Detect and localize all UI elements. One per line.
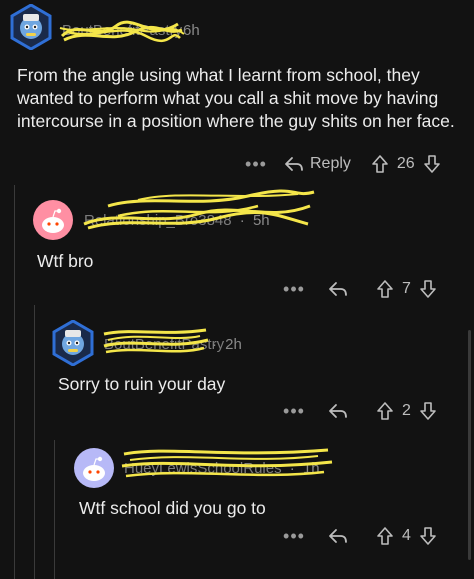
thread-line-level-2 xyxy=(34,305,35,579)
username[interactable]: Relationship_Bro3848 xyxy=(84,212,232,229)
timestamp: 5h xyxy=(252,212,270,229)
downvote-icon xyxy=(420,527,436,545)
avatar[interactable] xyxy=(33,200,73,240)
comment-actions: ••• 4 xyxy=(282,524,437,548)
reply-icon xyxy=(329,282,347,296)
thread-line-level-3 xyxy=(54,440,55,579)
upvote-icon xyxy=(372,155,388,173)
timestamp: 1h xyxy=(302,460,320,477)
upvote-button[interactable] xyxy=(376,526,394,546)
comment-meta: BoutBenefitPastry xyxy=(104,336,224,353)
thread-line-level-1 xyxy=(14,185,15,579)
vote-count: 7 xyxy=(402,280,411,297)
comment-body: Wtf school did you go to xyxy=(79,498,266,518)
downvote-icon xyxy=(420,280,436,298)
username[interactable]: BoutBenefitPastry xyxy=(62,22,182,39)
reply-icon xyxy=(285,157,303,171)
username[interactable]: HueyLewisSchoolRules xyxy=(124,460,282,477)
upvote-icon xyxy=(377,402,393,420)
upvote-button[interactable] xyxy=(376,279,394,299)
avatar[interactable] xyxy=(74,448,114,488)
more-options-button[interactable]: ••• xyxy=(282,401,306,422)
reply-icon xyxy=(329,529,347,543)
vote-count: 26 xyxy=(396,155,415,172)
upvote-icon xyxy=(377,280,393,298)
vote-count: 2 xyxy=(402,402,411,419)
reply-button[interactable] xyxy=(328,527,348,545)
reply-button[interactable]: Reply xyxy=(284,155,351,173)
reply-icon xyxy=(329,404,347,418)
more-options-button[interactable]: ••• xyxy=(282,279,306,300)
downvote-icon xyxy=(423,155,440,173)
downvote-button[interactable] xyxy=(419,279,437,299)
comment-actions: ••• 2 xyxy=(282,399,437,423)
comment-meta: BoutBenefitPastry xyxy=(62,22,182,39)
comment-meta: Relationship_Bro3848 · 5h xyxy=(84,212,270,229)
reply-button[interactable] xyxy=(328,402,348,420)
downvote-icon xyxy=(420,402,436,420)
reply-label: Reply xyxy=(310,155,351,172)
timestamp: 6h xyxy=(183,22,200,39)
more-options-button[interactable]: ••• xyxy=(244,154,268,175)
comment-body: Wtf bro xyxy=(37,251,94,271)
avatar[interactable] xyxy=(10,3,52,51)
upvote-button[interactable] xyxy=(376,401,394,421)
downvote-button[interactable] xyxy=(419,401,437,421)
timestamp-group: · 2h xyxy=(212,336,242,353)
downvote-button[interactable] xyxy=(419,526,437,546)
comment-body: Sorry to ruin your day xyxy=(58,374,226,394)
comment-body: From the angle using what I learnt from … xyxy=(17,65,455,131)
upvote-button[interactable] xyxy=(371,154,389,174)
avatar[interactable] xyxy=(52,319,94,367)
upvote-icon xyxy=(377,527,393,545)
comment-meta: HueyLewisSchoolRules · 1h xyxy=(124,460,320,477)
username[interactable]: BoutBenefitPastry xyxy=(104,336,224,353)
downvote-button[interactable] xyxy=(423,154,441,174)
comment-actions: ••• 7 xyxy=(282,277,437,301)
reply-button[interactable] xyxy=(328,280,348,298)
comment-actions: ••• Reply 26 xyxy=(244,152,441,176)
scrollbar[interactable] xyxy=(468,330,471,560)
timestamp: 2h xyxy=(225,336,242,353)
vote-count: 4 xyxy=(402,527,411,544)
more-options-button[interactable]: ••• xyxy=(282,526,306,547)
